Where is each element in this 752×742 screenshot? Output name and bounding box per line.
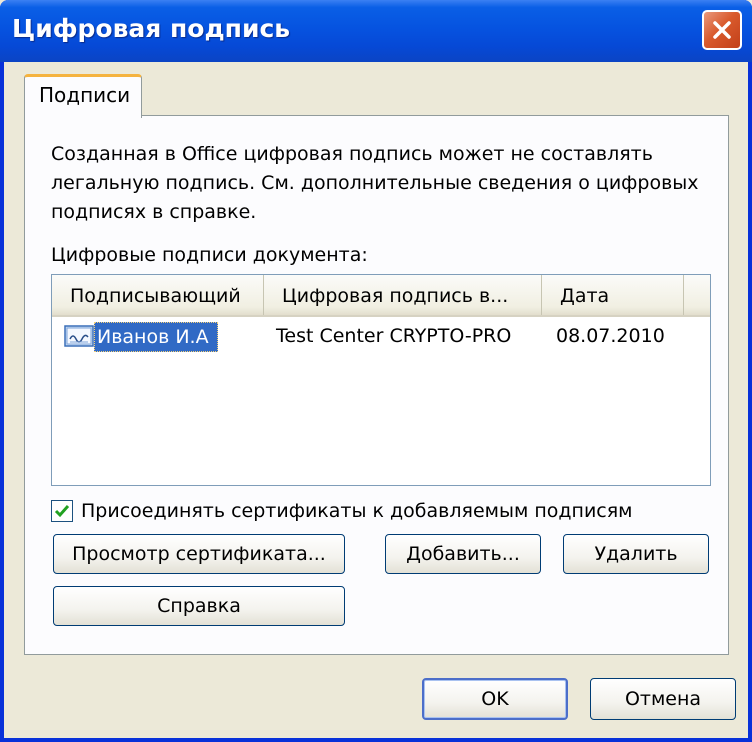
table-row[interactable]: Иванов И.А Test Center CRYPTO-PRO 08.07.… [52,321,710,353]
attach-certificates-option[interactable]: Присоединять сертификаты к добавляемым п… [51,498,633,524]
tab-signatures[interactable]: Подписи [24,74,142,118]
checkmark-icon [54,505,70,518]
ok-button[interactable]: OK [422,678,568,720]
window-title: Цифровая подпись [12,14,291,43]
close-icon [713,21,731,39]
signatures-list[interactable]: Подписывающий Цифровая подпись в... Дата… [51,274,711,486]
list-header: Подписывающий Цифровая подпись в... Дата [52,275,710,317]
digital-signature-dialog: Цифровая подпись Подписи Созданная в Off… [0,0,752,742]
add-signature-button[interactable]: Добавить... [385,534,541,574]
remove-signature-button[interactable]: Удалить [563,534,709,574]
signatures-list-label: Цифровые подписи документа: [51,244,368,266]
row-issuer: Test Center CRYPTO-PRO [276,325,512,347]
attach-certificates-checkbox[interactable] [51,500,73,522]
signature-certificate-icon [64,325,94,347]
description-text: Созданная в Office цифровая подпись може… [51,143,699,223]
attach-certificates-label: Присоединять сертификаты к добавляемым п… [81,500,633,522]
view-certificate-button[interactable]: Просмотр сертификата... [53,534,345,574]
cancel-button[interactable]: Отмена [590,678,736,720]
column-header-signer[interactable]: Подписывающий [52,275,264,315]
column-header-issuer[interactable]: Цифровая подпись в... [264,275,542,315]
close-button[interactable] [702,10,742,50]
signatures-panel: Созданная в Office цифровая подпись може… [24,115,729,655]
title-bar[interactable]: Цифровая подпись [0,0,752,62]
help-button[interactable]: Справка [53,586,345,626]
column-header-date[interactable]: Дата [542,275,684,315]
row-date: 08.07.2010 [556,325,665,347]
row-signer: Иванов И.А [94,322,218,352]
